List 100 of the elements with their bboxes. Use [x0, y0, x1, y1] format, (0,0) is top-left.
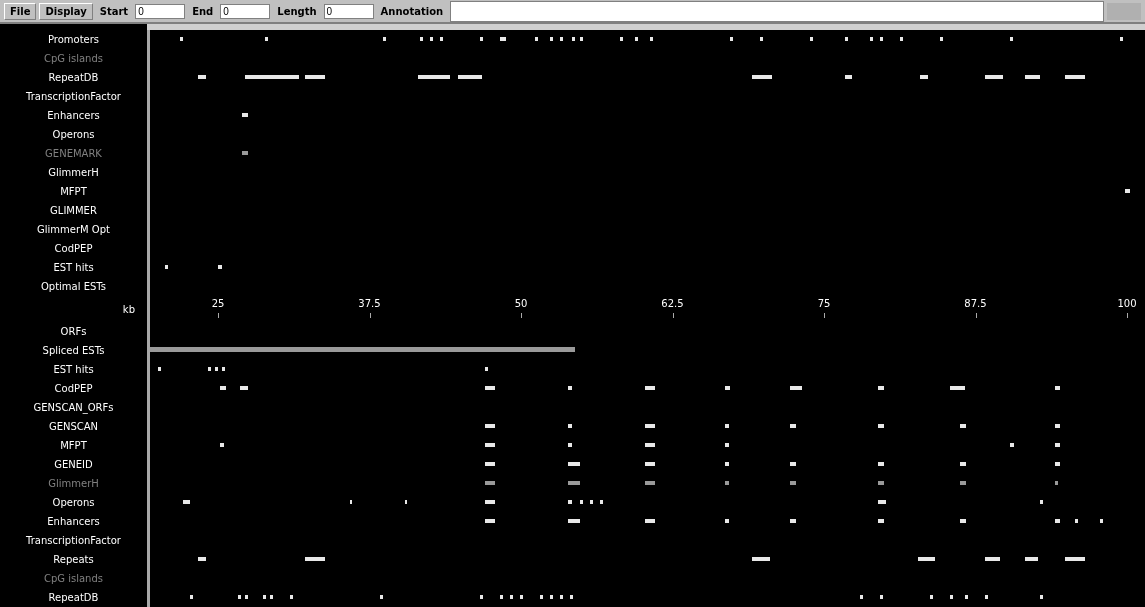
- track-label: GLIMMER: [49, 204, 98, 218]
- feature-mark: [918, 557, 935, 561]
- feature-mark: [960, 424, 966, 428]
- field-label: End: [191, 5, 215, 17]
- feature-mark: [790, 519, 796, 523]
- feature-mark: [860, 595, 863, 599]
- input-field[interactable]: 0: [135, 3, 186, 19]
- feature-mark: [350, 500, 352, 504]
- feature-mark: [190, 595, 193, 599]
- feature-mark: [568, 481, 580, 485]
- feature-mark: [1010, 443, 1014, 447]
- feature-mark: [550, 595, 553, 599]
- field-label: Length: [276, 5, 318, 17]
- feature-mark: [620, 37, 623, 41]
- feature-mark: [600, 500, 603, 504]
- feature-mark: [752, 75, 772, 79]
- feature-mark: [645, 481, 655, 485]
- feature-mark: [440, 37, 443, 41]
- feature-mark: [1025, 557, 1038, 561]
- feature-mark: [580, 37, 583, 41]
- feature-mark: [645, 462, 655, 466]
- feature-mark: [218, 265, 222, 269]
- scale-label: 100: [1117, 298, 1137, 309]
- feature-mark: [485, 481, 495, 485]
- feature-mark: [1075, 519, 1078, 523]
- feature-mark: [950, 386, 965, 390]
- feature-mark: [485, 462, 495, 466]
- track-label: GENSCAN_ORFs: [32, 401, 115, 416]
- feature-mark: [305, 75, 325, 79]
- feature-mark: [878, 519, 884, 523]
- feature-mark: [510, 595, 513, 599]
- track-label: GENSCAN: [47, 420, 100, 434]
- track-label: Optimal ESTs: [39, 280, 108, 294]
- feature-mark: [198, 75, 206, 79]
- feature-mark: [1055, 424, 1060, 428]
- feature-mark: [590, 500, 593, 504]
- feature-mark: [965, 595, 968, 599]
- feature-mark: [870, 37, 873, 41]
- feature-mark: [572, 37, 575, 41]
- track-label: MFPT: [59, 439, 88, 453]
- track-label: EST hits: [52, 261, 95, 275]
- input-field[interactable]: 0: [220, 3, 271, 19]
- feature-mark: [730, 37, 733, 41]
- feature-mark: [920, 75, 928, 79]
- feature-mark: [635, 37, 638, 41]
- annotation-field[interactable]: [450, 0, 1104, 22]
- feature-mark: [1055, 481, 1058, 485]
- feature-mark: [985, 557, 1000, 561]
- feature-mark: [430, 37, 433, 41]
- menu-button[interactable]: Display: [39, 2, 93, 20]
- feature-mark: [485, 367, 488, 371]
- feature-mark: [500, 595, 503, 599]
- track-label: TranscriptionFactor: [25, 534, 122, 548]
- feature-mark: [1065, 75, 1085, 79]
- feature-mark: [1125, 189, 1130, 193]
- feature-mark: [535, 37, 538, 41]
- feature-mark: [405, 500, 407, 504]
- input-field[interactable]: 0: [323, 3, 374, 19]
- feature-mark: [650, 37, 653, 41]
- scale-label: 37.5: [358, 298, 381, 309]
- feature-mark: [568, 500, 572, 504]
- feature-mark: [900, 37, 903, 41]
- track-label: ORFs: [59, 325, 88, 339]
- scale-label: 50: [514, 298, 528, 309]
- feature-mark: [580, 500, 583, 504]
- feature-mark: [198, 557, 206, 561]
- track-label: CpG islands: [42, 572, 105, 586]
- feature-mark: [985, 75, 1003, 79]
- feature-mark: [878, 424, 884, 428]
- feature-mark: [960, 481, 966, 485]
- menu-button[interactable]: File: [4, 2, 37, 20]
- feature-mark: [1100, 519, 1103, 523]
- feature-mark: [930, 595, 933, 599]
- feature-mark: [520, 595, 523, 599]
- track-label: Promoters: [46, 33, 101, 47]
- feature-mark: [725, 386, 730, 390]
- feature-mark: [550, 37, 553, 41]
- feature-mark: [568, 424, 572, 428]
- feature-mark: [725, 462, 729, 466]
- field-label: Start: [98, 5, 130, 17]
- track-label: Enhancers: [46, 515, 101, 529]
- feature-mark: [180, 37, 183, 41]
- track-label: Operons: [51, 496, 96, 510]
- feature-mark: [845, 75, 852, 79]
- feature-mark: [560, 595, 563, 599]
- scale-label: 25: [211, 298, 225, 309]
- feature-mark: [380, 595, 383, 599]
- feature-mark: [158, 367, 161, 371]
- track-label: GlimmerH: [47, 477, 100, 491]
- feature-mark: [245, 75, 299, 79]
- feature-mark: [940, 37, 943, 41]
- feature-mark: [485, 500, 495, 504]
- feature-mark: [725, 424, 729, 428]
- feature-mark: [790, 386, 802, 390]
- feature-mark: [878, 462, 884, 466]
- feature-mark: [985, 595, 988, 599]
- feature-mark: [752, 557, 770, 561]
- track-label: GENEMARK: [44, 147, 103, 161]
- scale-unit: kb: [121, 302, 136, 317]
- feature-mark: [880, 595, 883, 599]
